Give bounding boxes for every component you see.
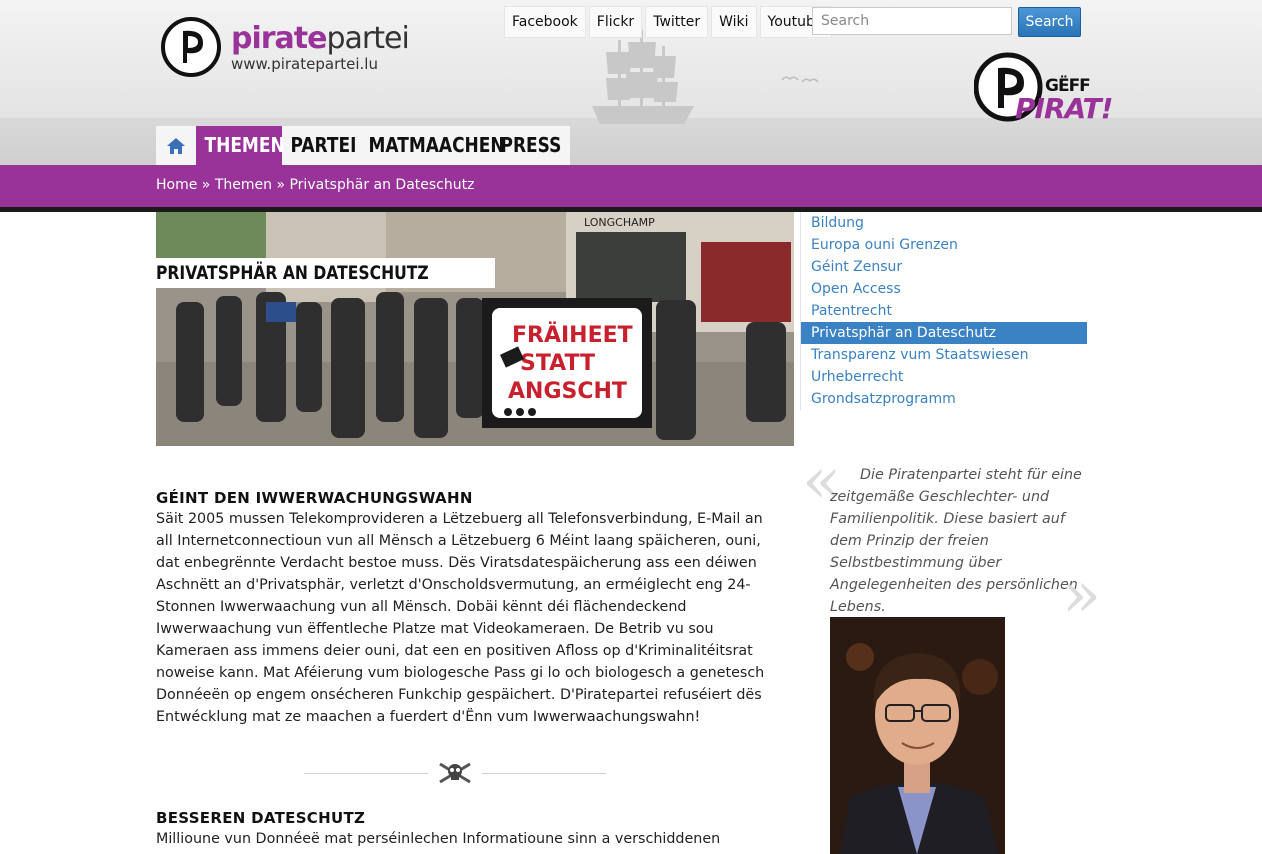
shop-sign: LONGCHAMP xyxy=(584,216,655,229)
main-nav: THEMEN PARTEI MATMAACHEN PRESS xyxy=(156,126,570,165)
nav-item-label: PRESS xyxy=(500,133,562,157)
site-name: piratepartei xyxy=(231,20,410,56)
home-icon xyxy=(167,137,185,154)
breadcrumb-section[interactable]: Themen xyxy=(215,177,272,193)
breadcrumb-bar: Home » Themen » Privatsphär an Dateschut… xyxy=(0,165,1262,212)
sidebar-topic-nav: Bildung Europa ouni Grenzen Géint Zensur… xyxy=(800,212,1087,410)
hero-image: LONGCHAMP FRÄIHEET STATT ANGSCHT xyxy=(156,212,794,446)
nav-item-matmaachen[interactable]: MATMAACHEN xyxy=(360,126,505,165)
sidebar-item-europa[interactable]: Europa ouni Grenzen xyxy=(801,234,1087,256)
social-link-wiki[interactable]: Wiki xyxy=(711,6,757,38)
pirate-party-logo-icon xyxy=(161,17,221,77)
section-body: Millioune vun Donnéeë mat perséinlechen … xyxy=(156,831,721,847)
banner-line3: ANGSCHT xyxy=(508,379,627,404)
nav-item-press[interactable]: PRESS xyxy=(492,126,570,165)
sidebar-item-bildung[interactable]: Bildung xyxy=(801,212,1087,234)
breadcrumb: Home » Themen » Privatsphär an Dateschut… xyxy=(156,177,474,193)
nav-home[interactable] xyxy=(156,126,196,165)
birds-icon xyxy=(781,76,819,83)
breadcrumb-current: Privatsphär an Dateschutz xyxy=(289,177,475,193)
section-divider xyxy=(304,760,606,786)
site-logo[interactable]: piratepartei www.piratepartei.lu xyxy=(161,17,410,77)
section-heading: BESSEREN DATESCHUTZ xyxy=(156,809,366,827)
breadcrumb-separator: » xyxy=(276,177,286,193)
section-heading: GÉINT DEN IWWERWACHUNGSWAHN xyxy=(156,489,473,507)
search-input[interactable] xyxy=(812,7,1012,35)
quote-text: Die Piratenpartei steht für eine zeitgem… xyxy=(830,467,1082,615)
banner-line2: STATT xyxy=(520,351,595,376)
nav-item-themen[interactable]: THEMEN xyxy=(196,126,285,165)
social-links: Facebook Flickr Twitter Wiki Youtube xyxy=(504,6,832,38)
nav-item-label: MATMAACHEN xyxy=(368,133,505,157)
nav-item-partei[interactable]: PARTEI xyxy=(282,126,360,165)
section-body: Säit 2005 mussen Telekomprovideren a Lët… xyxy=(156,511,765,725)
ship-icon xyxy=(592,30,694,124)
sidebar-item-zensur[interactable]: Géint Zensur xyxy=(801,256,1087,278)
breadcrumb-separator: » xyxy=(201,177,211,193)
nav-item-label: THEMEN xyxy=(196,126,285,165)
sidebar-quote: « Die Piratenpartei steht für eine zeitg… xyxy=(800,444,1101,632)
social-link-facebook[interactable]: Facebook xyxy=(504,6,586,38)
social-link-flickr[interactable]: Flickr xyxy=(588,6,643,38)
search-button[interactable]: Search xyxy=(1018,7,1081,37)
protest-photo: LONGCHAMP FRÄIHEET STATT ANGSCHT xyxy=(156,212,794,446)
social-link-twitter[interactable]: Twitter xyxy=(645,6,709,38)
portrait-photo xyxy=(830,617,1005,854)
site-header: piratepartei www.piratepartei.lu Faceboo… xyxy=(0,0,1262,165)
badge-line2: PIRAT! xyxy=(1015,92,1113,125)
article-section-2: BESSEREN DATESCHUTZ Millioune vun Donnée… xyxy=(156,808,766,850)
sidebar-item-grondsatzprogramm[interactable]: Grondsatzprogramm xyxy=(801,388,1087,410)
sidebar-item-privatsphar[interactable]: Privatsphär an Dateschutz xyxy=(801,322,1087,344)
article-section-1: GÉINT DEN IWWERWACHUNGSWAHN Säit 2005 mu… xyxy=(156,488,766,728)
sidebar-item-transparenz[interactable]: Transparenz vum Staatswiesen xyxy=(801,344,1087,366)
banner-line1: FRÄIHEET xyxy=(512,322,633,348)
nav-item-label: PARTEI xyxy=(290,133,357,157)
sidebar-item-urheberrecht[interactable]: Urheberrecht xyxy=(801,366,1087,388)
site-url: www.piratepartei.lu xyxy=(231,54,378,73)
sidebar-item-open-access[interactable]: Open Access xyxy=(801,278,1087,300)
page-title: PRIVATSPHÄR AN DATESCHUTZ xyxy=(156,258,495,288)
skull-crossbones-icon xyxy=(439,762,471,784)
quote-close-mark: » xyxy=(1062,558,1102,632)
breadcrumb-home[interactable]: Home xyxy=(156,177,197,193)
sidebar-item-patentrecht[interactable]: Patentrecht xyxy=(801,300,1087,322)
